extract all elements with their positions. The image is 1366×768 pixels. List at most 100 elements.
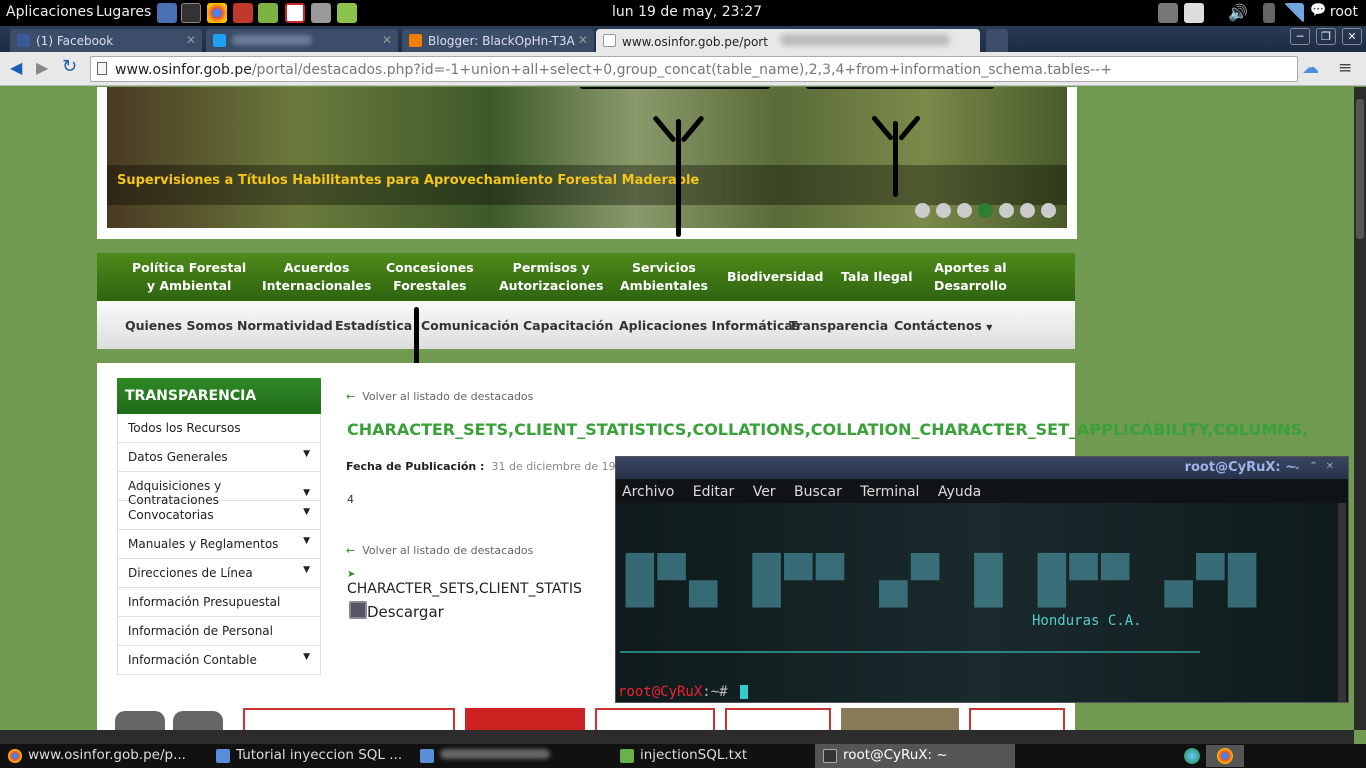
new-tab-button[interactable] bbox=[986, 29, 1008, 52]
filezilla-launcher-icon[interactable] bbox=[233, 3, 253, 23]
slider-dot[interactable] bbox=[915, 203, 930, 218]
slider-dot[interactable] bbox=[957, 203, 972, 218]
maximize-icon[interactable]: ❐ bbox=[1316, 28, 1336, 45]
footer-banner[interactable] bbox=[243, 708, 455, 730]
nav-estadistica[interactable]: Estadística bbox=[335, 318, 412, 333]
nav-biodiversidad[interactable]: Biodiversidad bbox=[727, 268, 823, 286]
cloud-icon[interactable]: ☁ bbox=[1302, 58, 1319, 78]
footer-banner[interactable] bbox=[595, 708, 715, 730]
terminal-window[interactable]: root@CyRuX: ~ ⌄⌃✕ Archivo Editar Ver Bus… bbox=[615, 456, 1349, 703]
nav-contactenos[interactable]: Contáctenos ▼ bbox=[894, 318, 992, 333]
nav-permisos-autorizaciones[interactable]: Permisos y Autorizaciones bbox=[499, 259, 603, 295]
reload-icon[interactable]: ↻ bbox=[62, 56, 77, 77]
footer-banner[interactable] bbox=[465, 708, 585, 730]
tab-osinfor[interactable]: www.osinfor.gob.pe/port bbox=[596, 29, 980, 52]
menu-archivo[interactable]: Archivo bbox=[622, 484, 674, 500]
terminal-titlebar[interactable]: root@CyRuX: ~ ⌄⌃✕ bbox=[616, 457, 1348, 479]
close-icon[interactable]: ✕ bbox=[382, 33, 392, 47]
clock[interactable]: lun 19 de may, 23:27 bbox=[612, 4, 762, 20]
menu-buscar[interactable]: Buscar bbox=[794, 484, 842, 500]
task-injection-txt[interactable]: injectionSQL.txt bbox=[612, 744, 812, 768]
footer-banner[interactable] bbox=[725, 708, 831, 730]
menu-ver[interactable]: Ver bbox=[753, 484, 776, 500]
footer-banner[interactable] bbox=[969, 708, 1065, 730]
footer-button[interactable] bbox=[173, 711, 223, 730]
tools-launcher-icon[interactable] bbox=[311, 3, 331, 23]
sidebar-item-contable[interactable]: Información Contable ▼ bbox=[117, 646, 321, 675]
slider-dot[interactable] bbox=[999, 203, 1014, 218]
globe-icon[interactable] bbox=[1184, 748, 1200, 764]
tab-blogger[interactable]: Blogger: BlackOpHn-T3A ✕ bbox=[402, 29, 594, 52]
window-controls[interactable]: ⌄⌃✕ bbox=[1293, 461, 1342, 472]
nav-capacitacion[interactable]: Capacitación bbox=[523, 318, 613, 333]
nav-aportes-desarrollo[interactable]: Aportes al Desarrollo bbox=[934, 259, 1007, 295]
nav-acuerdos-internacionales[interactable]: Acuerdos Internacionales bbox=[262, 259, 371, 295]
slider-dot[interactable] bbox=[936, 203, 951, 218]
task-tutorial[interactable]: Tutorial inyeccion SQL ... bbox=[208, 744, 408, 768]
task-browser[interactable]: www.osinfor.gob.pe/p... bbox=[0, 744, 205, 768]
sidebar-item-presupuestal[interactable]: Información Presupuestal bbox=[117, 588, 321, 617]
footer-banner[interactable] bbox=[841, 708, 959, 730]
tab-facebook[interactable]: (1) Facebook ✕ bbox=[10, 29, 202, 52]
sidebar-item-personal[interactable]: Información de Personal bbox=[117, 617, 321, 646]
nav-transparencia[interactable]: Transparencia bbox=[789, 318, 888, 333]
camera-icon[interactable] bbox=[1158, 3, 1178, 23]
volume-icon[interactable]: 🔊 bbox=[1228, 3, 1248, 23]
sidebar-item-convocatorias[interactable]: Convocatorias ▼ bbox=[117, 501, 321, 530]
places-menu[interactable]: Lugares bbox=[96, 4, 151, 20]
leafpad-launcher-icon[interactable] bbox=[337, 3, 357, 23]
back-arrow-icon[interactable]: ◀ bbox=[10, 58, 22, 77]
sidebar-item-adquisiciones[interactable]: Adquisiciones y Contrataciones ▼ bbox=[117, 472, 321, 507]
task-folder[interactable] bbox=[412, 744, 610, 768]
banner-caption[interactable]: Supervisiones a Títulos Habilitantes par… bbox=[107, 165, 1067, 205]
close-window-icon[interactable]: ✕ bbox=[1342, 28, 1362, 45]
slider-dot-active[interactable] bbox=[978, 203, 993, 218]
close-icon[interactable]: ✕ bbox=[186, 33, 196, 47]
slider-dot[interactable] bbox=[1020, 203, 1035, 218]
terminal-launcher-icon[interactable] bbox=[181, 3, 201, 23]
menu-ayuda[interactable]: Ayuda bbox=[938, 484, 981, 500]
tab-twitter[interactable]: ✕ bbox=[206, 29, 398, 52]
nav-comunicacion[interactable]: Comunicación bbox=[421, 318, 519, 333]
applications-menu[interactable]: Aplicaciones bbox=[6, 4, 93, 20]
package-launcher-icon[interactable] bbox=[285, 3, 305, 23]
close-icon[interactable]: ✕ bbox=[578, 33, 588, 47]
banner-slider[interactable]: Supervisiones a Títulos Habilitantes par… bbox=[107, 87, 1067, 228]
address-bar[interactable]: www.osinfor.gob.pe/portal/destacados.php… bbox=[90, 56, 1298, 82]
sidebar-item-direcciones[interactable]: Direcciones de Línea ▼ bbox=[117, 559, 321, 588]
download-link[interactable]: Descargar bbox=[349, 601, 444, 621]
slider-dot[interactable] bbox=[1041, 203, 1056, 218]
minimize-icon[interactable]: ─ bbox=[1290, 28, 1310, 45]
vertical-scrollbar[interactable] bbox=[1354, 87, 1366, 730]
sidebar-item-datos-generales[interactable]: Datos Generales ▼ bbox=[117, 443, 321, 472]
battery-icon[interactable] bbox=[1263, 3, 1275, 23]
editor-launcher-icon[interactable] bbox=[258, 3, 278, 23]
menu-editar[interactable]: Editar bbox=[693, 484, 734, 500]
nav-quienes-somos[interactable]: Quienes Somos bbox=[125, 318, 233, 333]
nav-politica-forestal[interactable]: Política Forestal y Ambiental bbox=[132, 259, 246, 295]
nav-aplicaciones-informaticas[interactable]: Aplicaciones Informáticas bbox=[619, 318, 800, 333]
nav-normatividad[interactable]: Normatividad bbox=[237, 318, 333, 333]
nav-concesiones-forestales[interactable]: Concesiones Forestales bbox=[386, 259, 474, 295]
user-menu[interactable]: root bbox=[1330, 4, 1358, 20]
shell-prompt[interactable]: root@CyRuX:~# bbox=[618, 684, 749, 700]
attachment-name[interactable]: CHARACTER_SETS,CLIENT_STATIS bbox=[347, 581, 582, 597]
sidebar-item-todos-recursos[interactable]: Todos los Recursos bbox=[117, 414, 321, 443]
terminal-body[interactable]: █▀▄ █▀▀ ▄▀ █ █▀▀ ▄▀█ Honduras C.A. root@… bbox=[616, 503, 1348, 702]
wifi-signal-icon[interactable] bbox=[1284, 3, 1304, 23]
nav-tala-ilegal[interactable]: Tala Ilegal bbox=[841, 268, 913, 286]
back-to-list-link-bottom[interactable]: ← Volver al listado de destacados bbox=[346, 544, 533, 557]
forward-arrow-icon[interactable]: ▶ bbox=[36, 58, 48, 77]
terminal-scrollbar[interactable] bbox=[1338, 503, 1346, 702]
menu-icon[interactable]: ≡ bbox=[1338, 58, 1352, 78]
chrome-launcher-icon[interactable] bbox=[207, 3, 227, 23]
back-to-list-link-top[interactable]: ← Volver al listado de destacados bbox=[346, 390, 533, 403]
task-terminal[interactable]: root@CyRuX: ~ bbox=[815, 744, 1015, 768]
nav-servicios-ambientales[interactable]: Servicios Ambientales bbox=[620, 259, 708, 295]
chat-icon[interactable]: 💬 bbox=[1310, 3, 1330, 23]
screenshot-icon[interactable] bbox=[1184, 3, 1204, 23]
horizontal-scrollbar[interactable] bbox=[0, 730, 1354, 744]
sidebar-item-manuales[interactable]: Manuales y Reglamentos ▼ bbox=[117, 530, 321, 559]
browser-launcher-icon[interactable] bbox=[157, 3, 177, 23]
scrollbar-thumb[interactable] bbox=[1356, 99, 1364, 239]
